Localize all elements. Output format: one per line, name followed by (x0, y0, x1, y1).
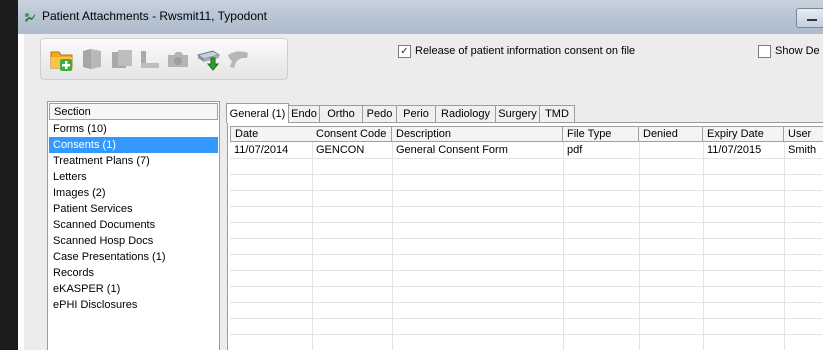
tab-ortho[interactable]: Ortho (319, 105, 363, 122)
title-bar[interactable]: Patient Attachments - Rwsmit11, Typodont (18, 0, 823, 34)
client-area: ✓ Release of patient information consent… (24, 34, 823, 350)
column-header[interactable]: Description (392, 126, 563, 142)
column-header[interactable]: Denied (639, 126, 703, 142)
chart-icon[interactable] (137, 46, 163, 72)
table-cell: pdf (567, 144, 583, 156)
table-cell: GENCON (316, 144, 365, 156)
section-item[interactable]: Scanned Documents (49, 217, 218, 233)
minimize-button[interactable] (796, 8, 823, 28)
tab-tmd[interactable]: TMD (539, 105, 575, 122)
row-divider (230, 238, 822, 239)
tab-endo[interactable]: Endo (288, 105, 320, 122)
column-header[interactable]: User (784, 126, 823, 142)
row-divider (230, 222, 822, 223)
column-header[interactable]: File Type (563, 126, 639, 142)
row-divider (230, 206, 822, 207)
tooth-icon[interactable] (225, 46, 251, 72)
table-cell (639, 142, 702, 158)
tab-perio[interactable]: Perio (396, 105, 436, 122)
section-list: Forms (10) Consents (1) Treatment Plans (7… (49, 121, 218, 313)
row-divider (230, 286, 822, 287)
section-item[interactable]: Scanned Hosp Docs (49, 233, 218, 249)
row-divider (230, 158, 822, 159)
column-header[interactable]: Expiry Date (703, 126, 784, 142)
section-item[interactable]: Letters (49, 169, 218, 185)
column-header[interactable]: Date (230, 126, 313, 142)
tab-general-1[interactable]: General (1) (226, 103, 289, 123)
patient-attachments-window: Patient Attachments - Rwsmit11, Typodont (18, 0, 823, 350)
section-header[interactable]: Section (49, 103, 218, 120)
window-title: Patient Attachments - Rwsmit11, Typodont (42, 9, 267, 23)
table-row[interactable]: 11/07/2014 GENCON General Consent Form pdf 1… (228, 142, 823, 158)
scanner-icon[interactable] (195, 46, 221, 72)
tab-radiology[interactable]: Radiology (435, 105, 496, 122)
section-item[interactable]: Images (2) (49, 185, 218, 201)
row-divider (230, 190, 822, 191)
section-item[interactable]: eKASPER (1) (49, 281, 218, 297)
attachments-grid: Date Consent Code Description File Type Deni… (227, 122, 823, 350)
row-divider (230, 302, 822, 303)
section-item[interactable]: Consents (1) (49, 137, 218, 153)
consent-label: Release of patient information consent o… (415, 45, 636, 57)
row-divider (230, 318, 822, 319)
toolbar (40, 38, 288, 80)
show-label: Show De (775, 45, 820, 57)
section-item[interactable]: Treatment Plans (7) (49, 153, 218, 169)
table-cell: General Consent Form (396, 144, 508, 156)
tab-pedo[interactable]: Pedo (362, 105, 397, 122)
document-icon[interactable] (79, 46, 105, 72)
column-header[interactable]: Consent Code (312, 126, 392, 142)
documents-icon[interactable] (109, 46, 135, 72)
show-checkbox[interactable] (758, 45, 771, 58)
section-item[interactable]: Forms (10) (49, 121, 218, 137)
table-cell: 11/07/2014 (234, 144, 289, 156)
row-divider (230, 334, 822, 335)
section-header-label: Section (54, 106, 91, 118)
table-cell: 11/07/2015 (707, 144, 762, 156)
section-item[interactable]: Records (49, 265, 218, 281)
section-item[interactable]: Case Presentations (1) (49, 249, 218, 265)
consent-checkbox[interactable]: ✓ (398, 45, 411, 58)
app-icon (24, 11, 36, 23)
camera-icon[interactable] (165, 46, 191, 72)
row-divider (230, 270, 822, 271)
row-divider (230, 174, 822, 175)
section-panel: Section Forms (10) Consents (1) Treatment … (47, 101, 220, 350)
table-cell: Smith (788, 144, 817, 156)
section-item[interactable]: ePHI Disclosures (49, 297, 218, 313)
tab-surgery[interactable]: Surgery (495, 105, 540, 122)
add-folder-icon[interactable] (49, 46, 75, 72)
section-item[interactable]: Patient Services (49, 201, 218, 217)
row-divider (230, 254, 822, 255)
